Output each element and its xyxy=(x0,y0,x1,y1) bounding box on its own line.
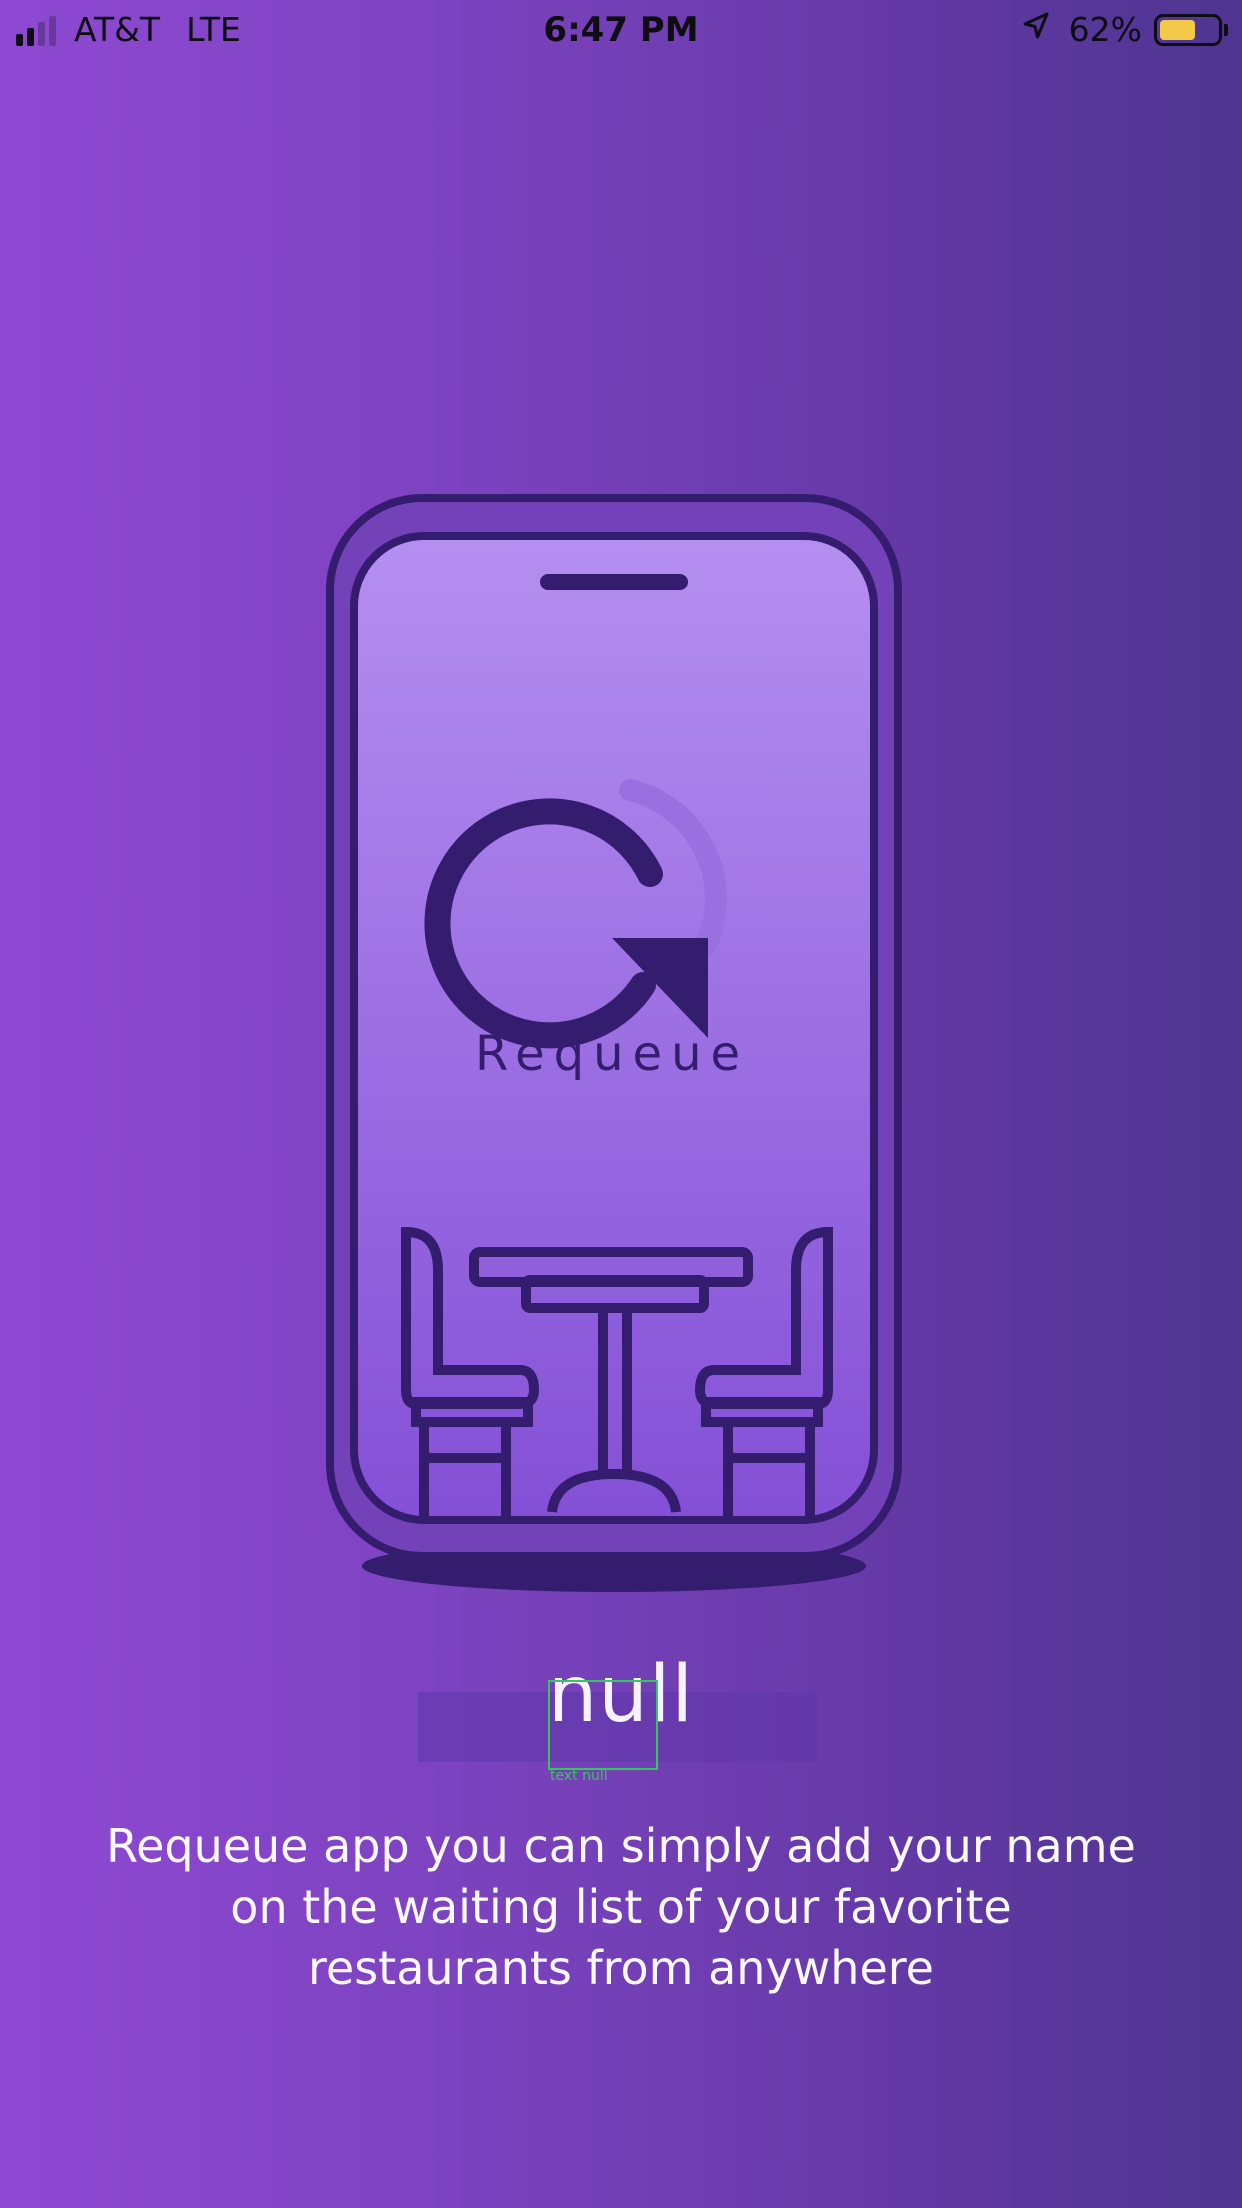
battery-tip xyxy=(1224,23,1228,36)
battery-percent: 62% xyxy=(1068,10,1142,49)
onboarding-description: Requeue app you can simply add your name… xyxy=(60,1816,1182,1999)
battery-fill xyxy=(1160,19,1195,40)
description-line: restaurants from anywhere xyxy=(308,1941,934,1995)
phone-speaker xyxy=(540,574,688,590)
status-right: 62% xyxy=(1021,10,1228,49)
battery-icon xyxy=(1154,13,1222,46)
status-bar: AT&T LTE 6:47 PM 62% xyxy=(0,0,1242,62)
description-line: on the waiting list of your favorite xyxy=(230,1880,1012,1934)
onboarding-screen: AT&T LTE 6:47 PM 62% Requeue null text n… xyxy=(0,0,1242,2208)
phone-illustration: Requeue xyxy=(320,490,920,1600)
debug-label: text null xyxy=(550,1768,608,1784)
description-line: Requeue app you can simply add your name xyxy=(106,1819,1136,1873)
debug-outline xyxy=(548,1680,658,1770)
location-arrow-icon xyxy=(1021,10,1051,49)
logo-text: Requeue xyxy=(475,1026,749,1082)
